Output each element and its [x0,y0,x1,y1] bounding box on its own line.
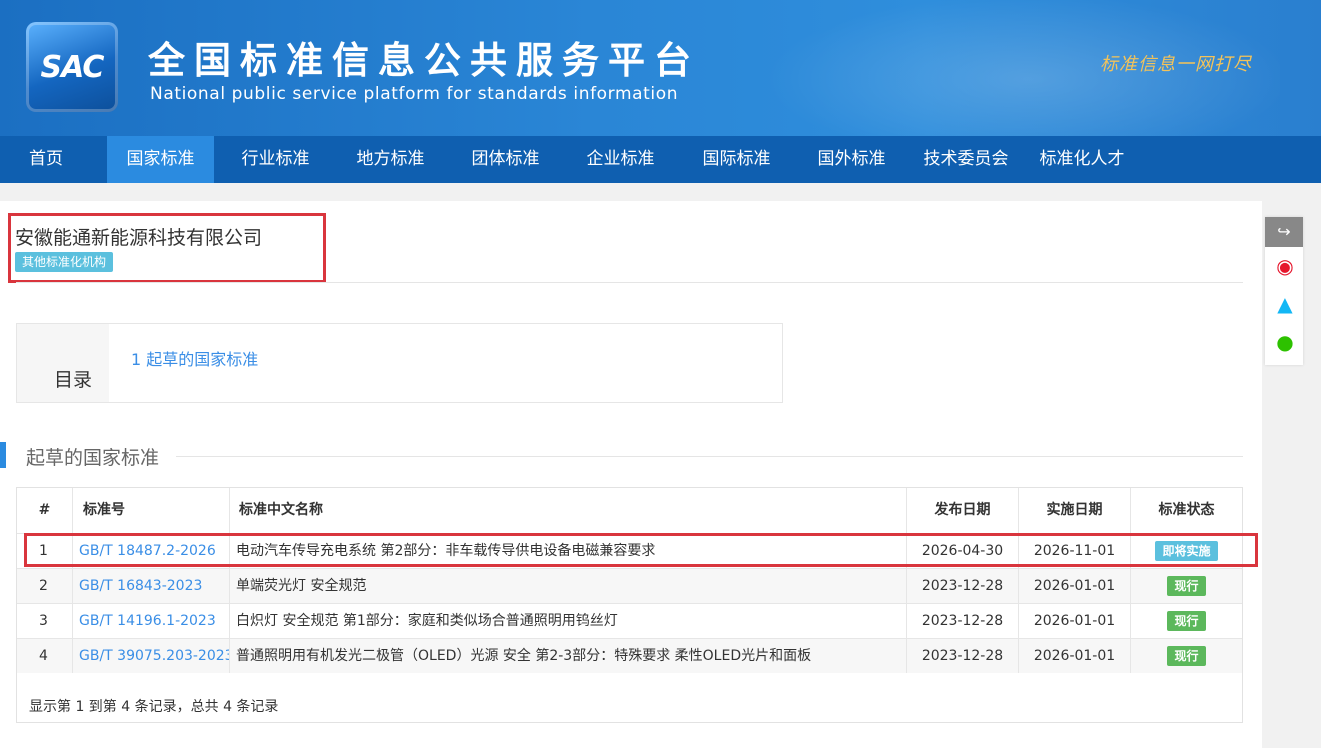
divider [16,282,1243,283]
section-marker [0,442,6,468]
nav-item-group-standards[interactable]: 团体标准 [452,136,559,183]
org-name: 安徽能通新能源科技有限公司 [15,227,263,249]
implement-date: 2026-01-01 [1019,639,1131,673]
nav-item-foreign-standards[interactable]: 国外标准 [798,136,905,183]
toc-link-drafted-national-standards[interactable]: 1 起草的国家标准 [131,346,258,370]
col-header-index: # [17,488,73,533]
table-pagination-info: 显示第 1 到第 4 条记录，总共 4 条记录 [29,699,279,715]
status-cell: 现行 [1131,604,1242,638]
implement-date: 2026-01-01 [1019,604,1131,638]
row-index: 2 [17,569,73,603]
publish-date: 2023-12-28 [907,604,1019,638]
logo-text: SAC [40,50,105,85]
col-header-implement-date[interactable]: 实施日期 [1019,488,1131,533]
qq-icon[interactable]: ▲ [1272,291,1298,317]
site-header: SAC 全国标准信息公共服务平台 National public service… [0,0,1321,136]
weibo-icon[interactable]: ◉ [1272,253,1298,279]
site-title-en: National public service platform for sta… [150,84,679,104]
col-header-name[interactable]: 标准中文名称 [230,488,907,533]
row-index: 3 [17,604,73,638]
col-header-status[interactable]: 标准状态 [1131,488,1242,533]
standard-name: 普通照明用有机发光二极管（OLED）光源 安全 第2-3部分：特殊要求 柔性OL… [230,639,907,673]
standard-name: 单端荧光灯 安全规范 [230,569,907,603]
col-header-code[interactable]: 标准号 [73,488,230,533]
standard-code-link[interactable]: GB/T 16843-2023 [73,569,230,603]
col-header-publish-date[interactable]: 发布日期 [907,488,1019,533]
status-cell: 现行 [1131,639,1242,673]
wechat-icon[interactable]: ● [1272,329,1298,355]
status-badge: 现行 [1167,611,1206,631]
site-title-cn: 全国标准信息公共服务平台 [148,39,700,82]
nav-item-enterprise-standards[interactable]: 企业标准 [567,136,674,183]
implement-date: 2026-01-01 [1019,569,1131,603]
toc-label: 目录 [54,369,93,391]
nav-item-technical-committee[interactable]: 技术委员会 [910,136,1022,183]
nav-item-national-standards[interactable]: 国家标准 [107,136,214,183]
nav-item-home[interactable]: 首页 [0,136,92,183]
row-index: 4 [17,639,73,673]
standard-code-link[interactable]: GB/T 14196.1-2023 [73,604,230,638]
share-sidebar: ↪ ◉ ▲ ● [1265,217,1303,365]
publish-date: 2023-12-28 [907,569,1019,603]
sac-logo[interactable]: SAC [26,22,118,112]
table-row: 2 GB/T 16843-2023 单端荧光灯 安全规范 2023-12-28 … [17,568,1242,603]
row-highlight-box [24,533,1258,567]
section-divider [176,456,1243,457]
nav-item-industry-standards[interactable]: 行业标准 [222,136,329,183]
table-row: 4 GB/T 39075.203-2023 普通照明用有机发光二极管（OLED）… [17,638,1242,673]
main-nav: 首页 国家标准 行业标准 地方标准 团体标准 企业标准 国际标准 国外标准 技术… [0,136,1321,183]
status-badge: 现行 [1167,576,1206,596]
standard-code-link[interactable]: GB/T 39075.203-2023 [73,639,230,673]
nav-item-international-standards[interactable]: 国际标准 [683,136,790,183]
table-of-contents: 目录 1 起草的国家标准 [16,323,783,403]
status-badge: 现行 [1167,646,1206,666]
standard-name: 白炽灯 安全规范 第1部分：家庭和类似场合普通照明用钨丝灯 [230,604,907,638]
section-title: 起草的国家标准 [26,447,160,469]
nav-item-standardization-talent[interactable]: 标准化人才 [1026,136,1138,183]
share-icon[interactable]: ↪ [1265,217,1303,247]
main-panel: 安徽能通新能源科技有限公司 其他标准化机构 目录 1 起草的国家标准 起草的国家… [0,201,1262,748]
table-row: 3 GB/T 14196.1-2023 白炽灯 安全规范 第1部分：家庭和类似场… [17,603,1242,638]
nav-item-local-standards[interactable]: 地方标准 [337,136,444,183]
status-cell: 现行 [1131,569,1242,603]
org-type-badge: 其他标准化机构 [15,252,114,272]
header-slogan: 标准信息一网打尽 [1100,54,1252,75]
standards-table: # 标准号 标准中文名称 发布日期 实施日期 标准状态 1 GB/T 18487… [16,487,1243,723]
publish-date: 2023-12-28 [907,639,1019,673]
